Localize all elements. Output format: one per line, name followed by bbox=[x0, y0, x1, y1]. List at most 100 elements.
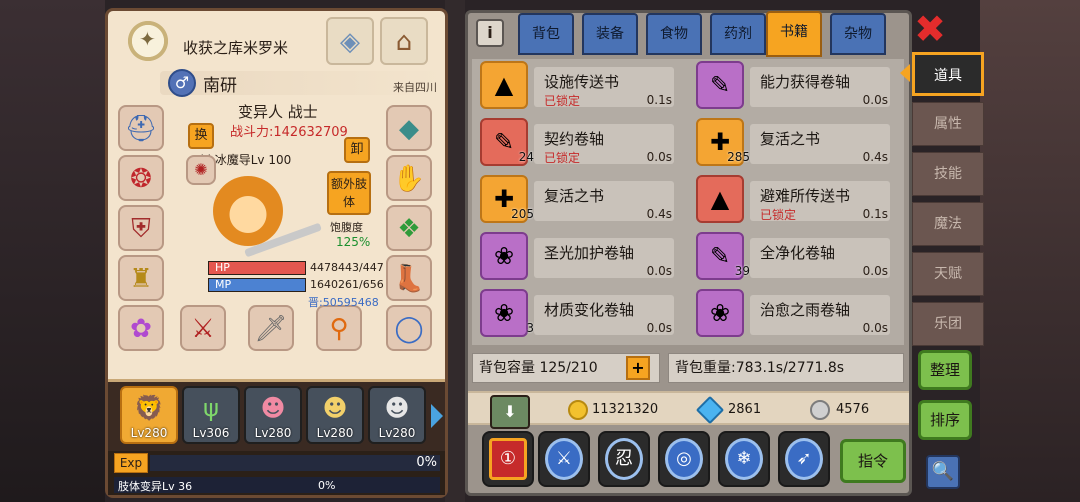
ring-slot[interactable]: ◯ bbox=[386, 305, 432, 351]
party-member-3[interactable]: ☻ Lv280 bbox=[244, 386, 302, 444]
character-avatar bbox=[203, 176, 323, 261]
white-hair-icon: ☻ bbox=[384, 394, 410, 422]
item-name: 复活之书 bbox=[544, 187, 605, 205]
satiety-label: 饱腹度 bbox=[330, 221, 363, 234]
item-locked: 已锁定 bbox=[760, 208, 797, 222]
crystal-stand-icon[interactable]: ◈ bbox=[326, 17, 374, 65]
side-tab-magic[interactable]: 魔法 bbox=[912, 202, 984, 246]
hp-label: HP bbox=[215, 261, 230, 274]
item-name: 复活之书 bbox=[760, 130, 821, 148]
item-weight: 0.4s bbox=[646, 207, 672, 221]
hanger-icon[interactable]: ⌂ bbox=[380, 17, 428, 65]
exp-percent: 0% bbox=[416, 455, 437, 470]
combat-power: 战斗力:142632709 bbox=[230, 125, 348, 140]
inventory-panel: i 背包 装备 食物 药剂 书籍 杂物 ▲ 设施传送书 已锁定 0.1s ✎ 能力获得卷轴… bbox=[465, 10, 912, 496]
tab-potions[interactable]: 药剂 bbox=[710, 13, 766, 55]
weapon-slot-2[interactable]: 🗡 bbox=[248, 305, 294, 351]
swap-button[interactable]: 换 bbox=[188, 123, 214, 149]
axe-glyph: ⚔ bbox=[545, 438, 583, 480]
tab-equipment[interactable]: 装备 bbox=[582, 13, 638, 55]
weapon-slot-1[interactable]: ⚔ bbox=[180, 305, 226, 351]
party-member-4[interactable]: ☻ Lv280 bbox=[306, 386, 364, 444]
bag-weight: 背包重量:783.1s/2771.8s bbox=[668, 353, 904, 383]
item-locked: 已锁定 bbox=[544, 94, 581, 108]
order-icon[interactable]: ① bbox=[482, 431, 534, 487]
inventory-item[interactable]: ❀ 圣光加护卷轴 0.0s bbox=[472, 230, 682, 284]
tab-backpack[interactable]: 背包 bbox=[518, 13, 574, 55]
scroll-icon: ✎ bbox=[696, 61, 744, 109]
ninja-glyph: 忍 bbox=[605, 438, 643, 480]
gold-coin-icon bbox=[568, 400, 588, 420]
inventory-item[interactable]: ✎ 39 全净化卷轴 0.0s bbox=[688, 230, 898, 284]
sort-button[interactable]: 排序 bbox=[918, 400, 972, 440]
inventory-item[interactable]: ❀ 3 材质变化卷轴 0.0s bbox=[472, 287, 682, 341]
party-member-2[interactable]: ψ Lv306 bbox=[182, 386, 240, 444]
emblem-slot[interactable]: ◆ bbox=[386, 105, 432, 151]
side-tab-attributes[interactable]: 属性 bbox=[912, 102, 984, 146]
side-tab-items[interactable]: 道具 bbox=[912, 52, 984, 96]
gloves-slot[interactable]: ✋ bbox=[386, 155, 432, 201]
inventory-item[interactable]: ❀ 治愈之雨卷轴 0.0s bbox=[688, 287, 898, 341]
silver-amount: 4576 bbox=[836, 402, 870, 417]
info-icon[interactable]: i bbox=[476, 19, 504, 47]
ninja-skill-icon[interactable]: 忍 bbox=[598, 431, 650, 487]
wing-skill-icon[interactable]: ➶ bbox=[778, 431, 830, 487]
party-member-5[interactable]: ☻ Lv280 bbox=[368, 386, 426, 444]
unequip-button[interactable]: 卸 bbox=[344, 137, 370, 163]
side-tab-talents[interactable]: 天赋 bbox=[912, 252, 984, 296]
tab-misc[interactable]: 杂物 bbox=[830, 13, 886, 55]
gold-amount: 11321320 bbox=[592, 402, 659, 417]
side-tab-band[interactable]: 乐团 bbox=[912, 302, 984, 346]
inventory-item[interactable]: ✎ 能力获得卷轴 0.0s bbox=[688, 59, 898, 113]
close-icon[interactable]: ✖ bbox=[912, 10, 948, 48]
accessory-slot[interactable]: ✿ bbox=[118, 305, 164, 351]
inventory-item[interactable]: ✎ 24 契约卷轴 已锁定 0.0s bbox=[472, 116, 682, 170]
background-left bbox=[0, 0, 105, 502]
inventory-item[interactable]: ✚ 205 复活之书 0.4s bbox=[472, 173, 682, 227]
order-glyph: ① bbox=[489, 438, 527, 480]
pink-girl-icon: ☻ bbox=[260, 394, 286, 422]
deposit-icon[interactable]: ⬇ bbox=[490, 395, 530, 429]
organize-button[interactable]: 整理 bbox=[918, 350, 972, 390]
search-icon[interactable]: 🔍 bbox=[926, 455, 960, 489]
item-weight: 0.0s bbox=[862, 264, 888, 278]
item-name: 契约卷轴 bbox=[544, 130, 605, 148]
inventory-item[interactable]: ▲ 避难所传送书 已锁定 0.1s bbox=[688, 173, 898, 227]
hp-bar: HP bbox=[208, 261, 306, 275]
cloak-slot[interactable]: ♜ bbox=[118, 255, 164, 301]
party-member-level: Lv280 bbox=[130, 426, 168, 440]
axe-skill-icon[interactable]: ⚔ bbox=[538, 431, 590, 487]
helmet-slot[interactable]: ⛑ bbox=[118, 105, 164, 151]
character-panel: 收获之库米罗米 ◈ ⌂ ♂ 南研 来自四川 变异人 战士 战斗力:1426327… bbox=[105, 8, 448, 498]
scroll-icon: ✎ 39 bbox=[696, 232, 750, 280]
item-glyph: ❀ bbox=[493, 242, 515, 270]
inventory-item[interactable]: ✚ 285 复活之书 0.4s bbox=[688, 116, 898, 170]
snow-skill-icon[interactable]: ❄ bbox=[718, 431, 770, 487]
item-name: 能力获得卷轴 bbox=[760, 73, 851, 91]
party-member-level: Lv280 bbox=[378, 426, 416, 440]
party-member-1[interactable]: 🦁 Lv280 bbox=[120, 386, 178, 444]
command-button[interactable]: 指令 bbox=[840, 439, 906, 483]
necklace-slot[interactable]: ❂ bbox=[118, 155, 164, 201]
item-grid: ▲ 设施传送书 已锁定 0.1s ✎ 能力获得卷轴 0.0s ✎ 24 契约卷轴 已锁定 0.0s ✚ 2… bbox=[472, 59, 904, 345]
expand-capacity-button[interactable]: + bbox=[626, 356, 650, 380]
tab-food[interactable]: 食物 bbox=[646, 13, 702, 55]
inventory-item[interactable]: ▲ 设施传送书 已锁定 0.1s bbox=[472, 59, 682, 113]
armor-slot[interactable]: ⛨ bbox=[118, 205, 164, 251]
active-tab-arrow-icon bbox=[900, 64, 910, 82]
offhand-slot[interactable]: ⚲ bbox=[316, 305, 362, 351]
extra-limb-button[interactable]: 额外肢体 bbox=[327, 171, 371, 215]
tab-books[interactable]: 书籍 bbox=[766, 11, 822, 57]
mp-bar: MP bbox=[208, 278, 306, 292]
item-count: 285 bbox=[727, 150, 750, 164]
character-gold: 晋:50595468 bbox=[308, 296, 379, 309]
party-next-arrow-icon[interactable] bbox=[431, 404, 443, 428]
background-middle bbox=[445, 0, 465, 502]
item-name: 圣光加护卷轴 bbox=[544, 244, 635, 262]
amulet-slot[interactable]: ❖ bbox=[386, 205, 432, 251]
ring-skill-icon[interactable]: ◎ bbox=[658, 431, 710, 487]
item-weight: 0.1s bbox=[862, 207, 888, 221]
item-count: 39 bbox=[734, 264, 750, 278]
side-tab-skills[interactable]: 技能 bbox=[912, 152, 984, 196]
blonde-girl-icon: ☻ bbox=[322, 394, 348, 422]
